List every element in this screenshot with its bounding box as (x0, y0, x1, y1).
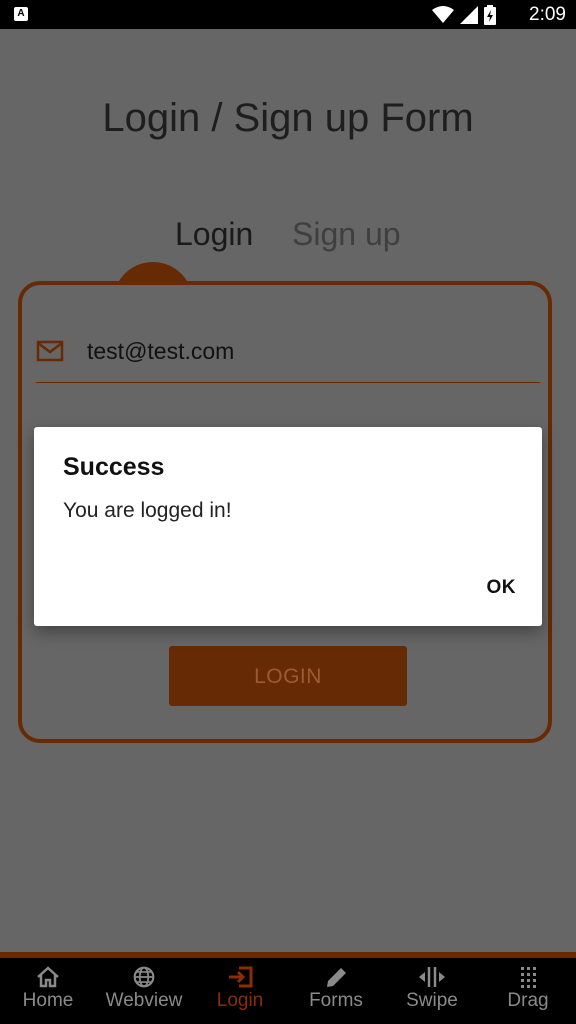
wifi-icon (432, 6, 454, 23)
status-time: 2:09 (529, 4, 566, 25)
globe-icon (133, 966, 155, 988)
dialog-ok-button[interactable]: OK (487, 577, 517, 599)
dialog-title: Success (63, 453, 165, 481)
nav-item-swipe[interactable]: Swipe (384, 958, 480, 1024)
bottom-nav: Home Webview Login Forms Swipe Drag (0, 958, 576, 1024)
notification-icon: A (14, 7, 28, 21)
swipe-icon (419, 967, 445, 987)
nav-item-login[interactable]: Login (192, 958, 288, 1024)
nav-item-drag[interactable]: Drag (480, 958, 576, 1024)
pencil-icon (327, 968, 346, 987)
tab-login[interactable]: Login (175, 212, 253, 256)
status-bar: A 2:09 (0, 0, 576, 29)
email-field[interactable]: test@test.com (36, 332, 540, 383)
battery-icon (484, 5, 496, 25)
signal-icon (460, 6, 478, 24)
tab-signup[interactable]: Sign up (292, 212, 401, 256)
email-input-value[interactable]: test@test.com (87, 338, 234, 365)
drag-icon (521, 967, 536, 988)
nav-label-webview: Webview (105, 990, 183, 1011)
login-button[interactable]: LOGIN (169, 646, 407, 706)
nav-label-forms: Forms (309, 990, 363, 1011)
nav-label-login: Login (216, 990, 264, 1011)
nav-item-forms[interactable]: Forms (288, 958, 384, 1024)
login-icon (229, 966, 253, 988)
nav-item-home[interactable]: Home (0, 958, 96, 1024)
status-icons (432, 5, 496, 25)
nav-label-drag: Drag (507, 990, 549, 1011)
auth-tabs: Login Sign up (0, 212, 576, 256)
nav-item-webview[interactable]: Webview (96, 958, 192, 1024)
nav-label-home: Home (22, 990, 74, 1011)
success-dialog: Success You are logged in! OK (34, 427, 542, 626)
dialog-message: You are logged in! (63, 499, 232, 522)
home-icon (37, 966, 59, 988)
nav-label-swipe: Swipe (406, 990, 458, 1011)
mail-icon (36, 340, 64, 362)
page-title: Login / Sign up Form (102, 96, 474, 140)
